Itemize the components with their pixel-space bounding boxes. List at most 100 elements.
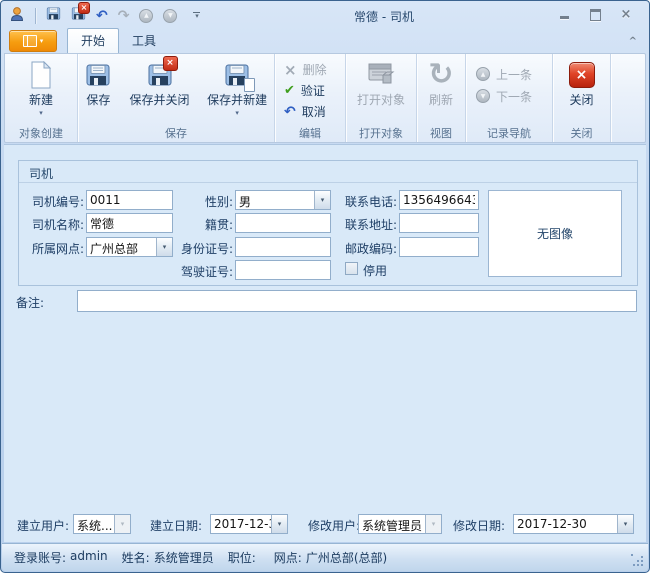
down-circle-icon: ▼ — [476, 89, 490, 103]
new-button[interactable]: 新建 ▾ — [29, 57, 53, 117]
close-badge-icon: × — [78, 2, 90, 14]
chevron-down-icon: ▾ — [39, 109, 43, 117]
position-label: 职位: — [228, 549, 256, 566]
ribbon: 新建 ▾ 对象创建 保存 × 保存并关闭 — [4, 53, 646, 143]
remark-input[interactable] — [77, 290, 637, 312]
login-account-item: 登录账号: admin — [14, 549, 108, 566]
created-date-picker[interactable]: 2017-12-30 ▾ — [210, 514, 288, 534]
record-down-icon: ▼ — [163, 9, 177, 23]
tab-home[interactable]: 开始 — [67, 28, 119, 53]
native-place-label: 籍贯: — [164, 216, 233, 233]
application-button[interactable]: ▾ — [9, 30, 57, 52]
driver-no-label: 司机编号: — [18, 193, 84, 210]
refresh-icon: ↻ — [428, 59, 453, 90]
modified-date-picker[interactable]: 2017-12-30 ▾ — [513, 514, 634, 534]
close-window-button[interactable]: × — [619, 8, 633, 21]
refresh-button: ↻ 刷新 — [428, 57, 453, 108]
window-object-icon — [366, 59, 396, 90]
branch-item: 网点: 广州总部(总部) — [274, 549, 387, 566]
ribbon-group-save: 保存 × 保存并关闭 保存并新建 ▾ — [78, 54, 275, 142]
chevron-down-icon: ▾ — [40, 37, 44, 45]
save-icon[interactable] — [46, 6, 61, 25]
login-account-label: 登录账号: — [14, 549, 66, 566]
title-bar: × ↶ ↷ ▲ ▼ ▾ 常德 - 司机 × — [1, 1, 649, 30]
license-label: 驾驶证号: — [164, 263, 233, 280]
group-caption-view: 视图 — [417, 126, 465, 142]
modified-date-label: 修改日期: — [453, 517, 505, 534]
driver-name-label: 司机名称: — [18, 216, 84, 233]
close-red-icon: × — [569, 59, 595, 90]
quick-access-toolbar: × ↶ ↷ ▲ ▼ ▾ — [1, 1, 200, 30]
native-place-input[interactable] — [235, 213, 331, 233]
record-up-icon: ▲ — [139, 9, 153, 23]
disabled-checkbox[interactable] — [345, 262, 358, 275]
phone-label: 联系电话: — [329, 193, 397, 210]
floppy-close-icon: × — [147, 59, 173, 90]
chevron-down-icon: ▾ — [114, 515, 130, 533]
close-form-button[interactable]: × 关闭 — [569, 57, 595, 108]
address-label: 联系地址: — [329, 216, 397, 233]
license-input[interactable] — [235, 260, 331, 280]
undo-icon[interactable]: ↶ — [96, 8, 108, 24]
minimize-button[interactable] — [557, 8, 571, 21]
user-name-item: 姓名: 系统管理员 — [122, 549, 214, 566]
address-input[interactable] — [399, 213, 479, 233]
resize-grip[interactable] — [631, 554, 643, 566]
ribbon-collapse-icon[interactable]: ^ — [629, 36, 637, 47]
redo-icon: ↷ — [118, 8, 130, 24]
driver-name-input[interactable] — [86, 213, 173, 233]
branch-combo[interactable]: 广州总部 ▾ — [86, 237, 173, 257]
created-by-combo[interactable]: 系统... ▾ — [73, 514, 131, 534]
close-badge-icon: × — [163, 56, 178, 71]
chevron-down-icon[interactable]: ▾ — [314, 191, 330, 209]
save-button[interactable]: 保存 — [78, 57, 119, 108]
restore-button[interactable] — [588, 8, 602, 21]
status-bar: 登录账号: admin 姓名: 系统管理员 职位: 网点: 广州总部(总部) — [2, 543, 648, 571]
group-caption-edit: 编辑 — [275, 126, 345, 142]
branch-label: 所属网点: — [18, 240, 84, 257]
group-caption-object-create: 对象创建 — [5, 126, 77, 142]
previous-record-button: ▲ 上一条 — [466, 66, 532, 82]
position-item: 职位: — [228, 549, 260, 566]
ribbon-filler — [611, 54, 645, 142]
modified-by-combo[interactable]: 系统管理员 ▾ — [358, 514, 442, 534]
delete-x-icon: × — [284, 61, 297, 79]
chevron-down-icon[interactable]: ▾ — [271, 515, 287, 533]
floppy-new-icon — [224, 59, 250, 90]
driver-no-input[interactable] — [86, 190, 173, 210]
undo-icon: ↶ — [284, 104, 296, 120]
next-record-button: ▼ 下一条 — [466, 88, 532, 104]
up-circle-icon: ▲ — [476, 67, 490, 81]
application-icon — [23, 35, 37, 47]
ribbon-group-open-object: 打开对象 打开对象 — [346, 54, 417, 142]
delete-button: × 删除 — [275, 59, 345, 80]
validate-button[interactable]: ✔ 验证 — [275, 80, 345, 101]
form-area: 司机 司机编号: 司机名称: 所属网点: 广州总部 ▾ 性别: 男 ▾ 籍贯: … — [4, 144, 646, 542]
group-caption-record-nav: 记录导航 — [466, 126, 552, 142]
branch-status-label: 网点: — [274, 549, 302, 566]
save-and-close-icon[interactable]: × — [71, 6, 86, 25]
gender-label: 性别: — [164, 193, 233, 210]
save-and-close-button[interactable]: × 保存并关闭 — [123, 57, 197, 108]
postcode-input[interactable] — [399, 237, 479, 257]
ribbon-group-object-create: 新建 ▾ 对象创建 — [5, 54, 78, 142]
page-badge-icon — [244, 78, 255, 92]
created-date-label: 建立日期: — [150, 517, 202, 534]
phone-input[interactable] — [399, 190, 479, 210]
chevron-down-icon[interactable]: ▾ — [617, 515, 633, 533]
login-account-value: admin — [70, 549, 108, 566]
cancel-button[interactable]: ↶ 取消 — [275, 101, 345, 122]
qat-customize-icon[interactable]: ▾ — [193, 12, 200, 19]
save-and-new-button[interactable]: 保存并新建 ▾ — [200, 57, 274, 117]
ribbon-group-close: × 关闭 关闭 — [553, 54, 611, 142]
ribbon-group-edit: × 删除 ✔ 验证 ↶ 取消 编辑 — [275, 54, 346, 142]
user-name-label: 姓名: — [122, 549, 150, 566]
open-object-button: 打开对象 — [357, 57, 405, 108]
id-card-input[interactable] — [235, 237, 331, 257]
chevron-down-icon: ▾ — [235, 109, 239, 117]
postcode-label: 邮政编码: — [329, 240, 397, 257]
id-card-label: 身份证号: — [164, 240, 233, 257]
gender-combo[interactable]: 男 ▾ — [235, 190, 331, 210]
tab-tools[interactable]: 工具 — [119, 29, 169, 53]
check-icon: ✔ — [284, 83, 295, 98]
